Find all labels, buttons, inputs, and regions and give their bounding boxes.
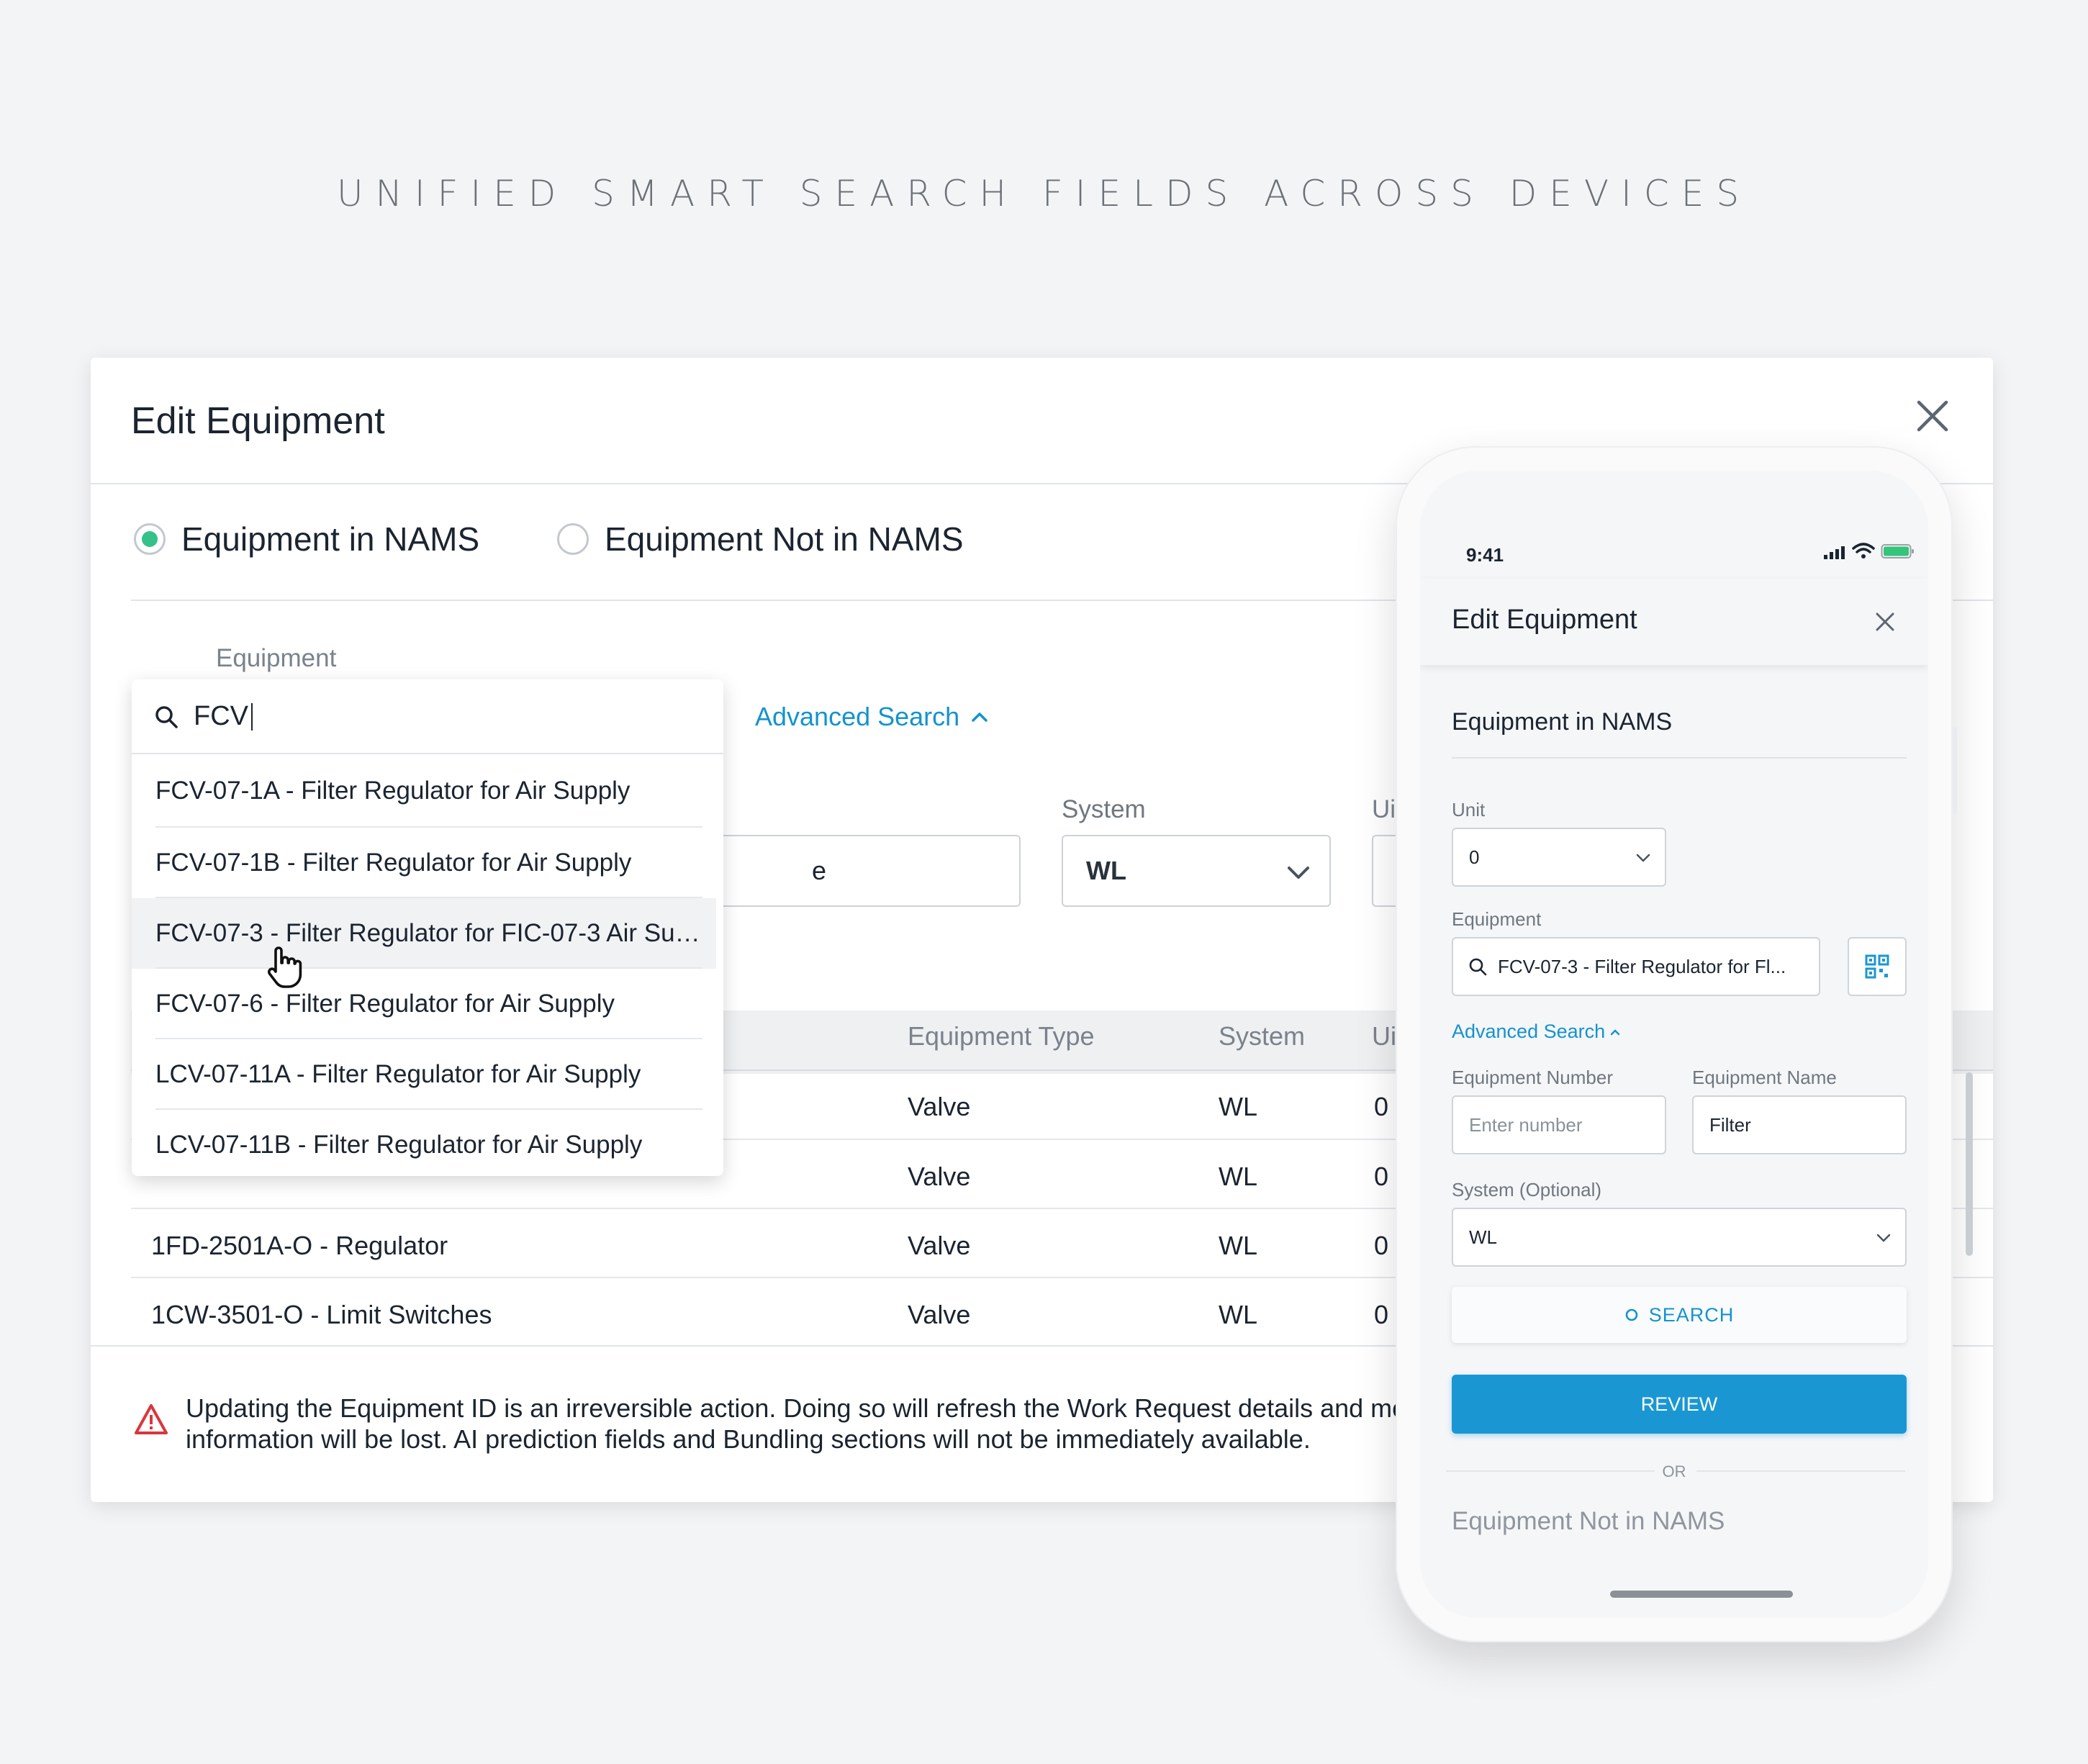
cell-system: WL: [1219, 1092, 1257, 1121]
home-indicator: [1610, 1591, 1793, 1598]
equipment-name-value: Filter: [1709, 1113, 1751, 1136]
column-header-system: System: [1219, 1021, 1306, 1051]
system-select[interactable]: WL: [1062, 835, 1331, 907]
section-equipment-in-nams: Equipment in NAMS: [1452, 708, 1673, 736]
chevron-up-icon: [972, 713, 987, 722]
loading-circle-icon: [1625, 1308, 1638, 1321]
dropdown-option[interactable]: FCV-07-1B - Filter Regulator for Air Sup…: [132, 828, 723, 898]
equipment-label: Equipment: [1452, 908, 1542, 930]
phone-side-button: [1953, 727, 1957, 813]
qr-scan-button[interactable]: [1848, 937, 1907, 996]
equipment-number-label: Equipment Number: [1452, 1067, 1613, 1088]
search-icon: [1469, 958, 1487, 976]
cell-system: WL: [1219, 1162, 1257, 1191]
cell-unit: 0: [1374, 1300, 1389, 1329]
headline: UNIFIED SMART SEARCH FIELDS ACROSS DEVIC…: [336, 173, 1752, 214]
advanced-search-label: Advanced Search: [755, 702, 960, 731]
cell-type: Valve: [908, 1092, 971, 1121]
cell-type: Valve: [908, 1162, 971, 1191]
unit-value: 0: [1469, 846, 1480, 868]
chevron-down-icon: [1636, 854, 1650, 862]
dropdown-option[interactable]: LCV-07-11B - Filter Regulator for Air Su…: [132, 1110, 723, 1180]
wifi-icon: [1852, 543, 1875, 558]
equipment-search-dropdown: FCV FCV-07-1A - Filter Regulator for Air…: [132, 679, 723, 1176]
search-button-label: SEARCH: [1648, 1303, 1735, 1326]
warning-message: Updating the Equipment ID is an irrevers…: [134, 1393, 1553, 1455]
warning-text: Updating the Equipment ID is an irrevers…: [186, 1393, 1508, 1454]
cell-unit: 0: [1374, 1092, 1389, 1121]
warning-icon: [135, 1404, 168, 1434]
radio-label: Equipment Not in NAMS: [605, 520, 964, 558]
battery-icon: [1881, 544, 1914, 558]
system-label: System: [1062, 795, 1146, 823]
radio-selected-icon[interactable]: [134, 523, 166, 555]
dropdown-search-divider: [132, 753, 723, 754]
cell-type: Valve: [908, 1300, 971, 1329]
close-icon[interactable]: [1912, 395, 1953, 437]
cell-name: 1CW-3501-O - Limit Switches: [151, 1300, 492, 1329]
equipment-number-placeholder: Enter number: [1469, 1113, 1583, 1136]
section-divider: [1452, 757, 1907, 759]
text-cursor: [251, 702, 253, 731]
chevron-up-icon: [1610, 1028, 1620, 1035]
signal-icon: [1824, 546, 1845, 559]
phone-mockup: 9:41 Edit Equipment Equipment in NAMS Un…: [1396, 446, 1957, 1642]
system-label: System (Optional): [1452, 1179, 1602, 1200]
cell-system: WL: [1219, 1300, 1257, 1329]
qr-code-icon: [1865, 954, 1889, 979]
equipment-name-input[interactable]: Filter: [1692, 1095, 1907, 1154]
cell-unit: 0: [1374, 1231, 1389, 1260]
scrollbar-thumb[interactable]: [1966, 1072, 1973, 1256]
dropdown-option[interactable]: LCV-07-11A - Filter Regulator for Air Su…: [132, 1039, 723, 1110]
column-header-unit: Ui: [1372, 1021, 1396, 1051]
cell-name: 1FD-2501A-O - Regulator: [151, 1231, 448, 1260]
input-partial-text: e: [812, 856, 827, 885]
system-value: WL: [1469, 1226, 1497, 1248]
unit-select[interactable]: 0: [1452, 828, 1666, 887]
hand-pointer-icon: [267, 946, 302, 988]
dropdown-option-hovered[interactable]: FCV-07-3 - Filter Regulator for FIC-07-3…: [132, 898, 716, 969]
advanced-search-link[interactable]: Advanced Search: [755, 702, 988, 732]
search-value: FCV: [194, 701, 248, 731]
column-header-type: Equipment Type: [908, 1021, 1095, 1051]
radio-unselected-icon[interactable]: [557, 523, 589, 555]
chevron-down-icon: [1288, 867, 1309, 879]
modal-title: Edit Equipment: [131, 400, 385, 442]
dropdown-option[interactable]: FCV-07-6 - Filter Regulator for Air Supp…: [132, 969, 723, 1039]
equipment-not-in-nams-option[interactable]: Equipment Not in NAMS: [1452, 1507, 1725, 1536]
advanced-search-label: Advanced Search: [1452, 1021, 1606, 1042]
cell-type: Valve: [908, 1231, 971, 1260]
search-button[interactable]: SEARCH: [1452, 1287, 1907, 1343]
unit-label-partial: Ui: [1372, 795, 1396, 823]
dropdown-option[interactable]: FCV-07-1A - Filter Regulator for Air Sup…: [132, 756, 723, 826]
equipment-number-input[interactable]: Enter number: [1452, 1095, 1666, 1154]
radio-label: Equipment in NAMS: [181, 520, 480, 558]
radio-equipment-in-nams[interactable]: Equipment in NAMS: [134, 520, 479, 558]
advanced-search-link[interactable]: Advanced Search: [1452, 1021, 1621, 1043]
or-separator: OR: [1662, 1462, 1686, 1480]
equipment-search-input[interactable]: FCV: [153, 701, 253, 732]
system-select[interactable]: WL: [1452, 1208, 1907, 1267]
close-icon[interactable]: [1872, 609, 1898, 635]
review-button[interactable]: REVIEW: [1452, 1375, 1907, 1434]
search-icon: [155, 705, 178, 728]
equipment-name-label: Equipment Name: [1692, 1067, 1837, 1088]
chevron-down-icon: [1876, 1234, 1891, 1242]
phone-screen: 9:41 Edit Equipment Equipment in NAMS Un…: [1420, 471, 1928, 1618]
phone-title: Edit Equipment: [1452, 605, 1637, 635]
cell-system: WL: [1219, 1231, 1257, 1260]
unit-label: Unit: [1452, 799, 1486, 820]
review-button-label: REVIEW: [1640, 1393, 1718, 1415]
equipment-label: Equipment: [216, 644, 337, 672]
equipment-search-input[interactable]: FCV-07-3 - Filter Regulator for Fl...: [1452, 937, 1820, 996]
system-value: WL: [1086, 856, 1126, 885]
radio-equipment-not-in-nams[interactable]: Equipment Not in NAMS: [557, 520, 964, 558]
equipment-value: FCV-07-3 - Filter Regulator for Fl...: [1498, 955, 1786, 977]
status-time: 9:41: [1466, 544, 1504, 566]
cell-unit: 0: [1374, 1162, 1389, 1191]
